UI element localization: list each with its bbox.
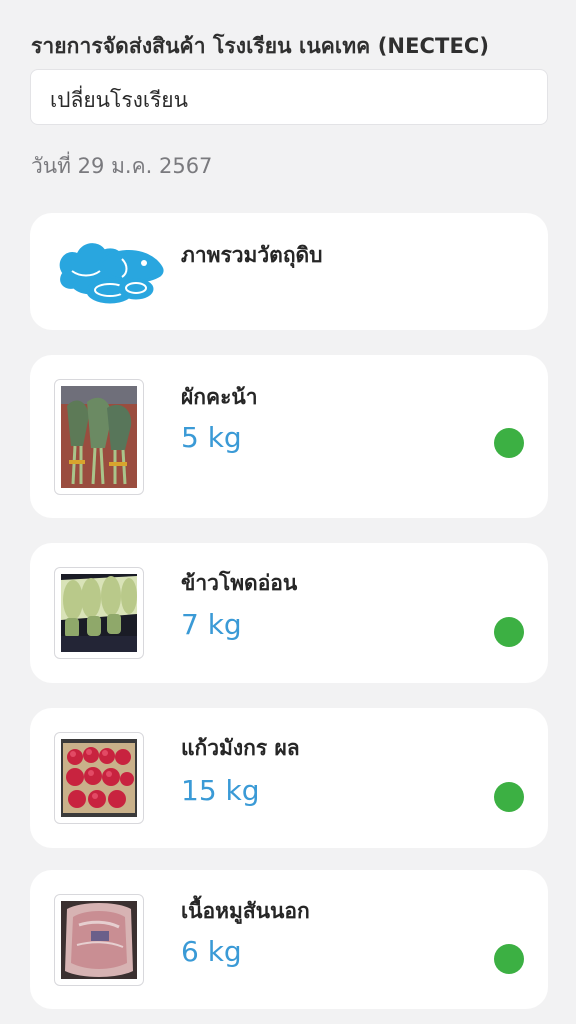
item-quantity: 15 kg xyxy=(181,774,260,807)
delivery-list-screen: รายการจัดส่งสินค้า โรงเรียน เนคเทค (NECT… xyxy=(0,0,576,1024)
item-name: แก้วมังกร ผล xyxy=(181,736,300,760)
kale-photo xyxy=(54,379,144,495)
item-name: ผักคะน้า xyxy=(181,385,258,409)
status-indicator xyxy=(494,782,524,812)
ingredients-overview-card[interactable]: ภาพรวมวัตถุดิบ xyxy=(30,213,548,330)
list-item[interactable]: แก้วมังกร ผล 15 kg xyxy=(30,708,548,848)
status-indicator xyxy=(494,428,524,458)
overview-label: ภาพรวมวัตถุดิบ xyxy=(181,243,323,267)
dragon-fruit-photo xyxy=(54,732,144,824)
item-quantity: 7 kg xyxy=(181,608,242,641)
list-item[interactable]: เนื้อหมูสันนอก 6 kg xyxy=(30,870,548,1009)
change-school-button[interactable]: เปลี่ยนโรงเรียน xyxy=(30,69,548,125)
list-item[interactable]: ข้าวโพดอ่อน 7 kg xyxy=(30,543,548,683)
item-quantity: 6 kg xyxy=(181,935,242,968)
item-name: เนื้อหมูสันนอก xyxy=(181,899,310,923)
status-indicator xyxy=(494,944,524,974)
page-title: รายการจัดส่งสินค้า โรงเรียน เนคเทค (NECT… xyxy=(31,34,490,58)
status-indicator xyxy=(494,617,524,647)
baby-corn-photo xyxy=(54,567,144,659)
delivery-date: วันที่ 29 ม.ค. 2567 xyxy=(31,154,213,178)
item-name: ข้าวโพดอ่อน xyxy=(181,571,298,595)
raw-ingredients-icon xyxy=(52,233,168,309)
pork-loin-photo xyxy=(54,894,144,986)
item-quantity: 5 kg xyxy=(181,421,242,454)
list-item[interactable]: ผักคะน้า 5 kg xyxy=(30,355,548,518)
